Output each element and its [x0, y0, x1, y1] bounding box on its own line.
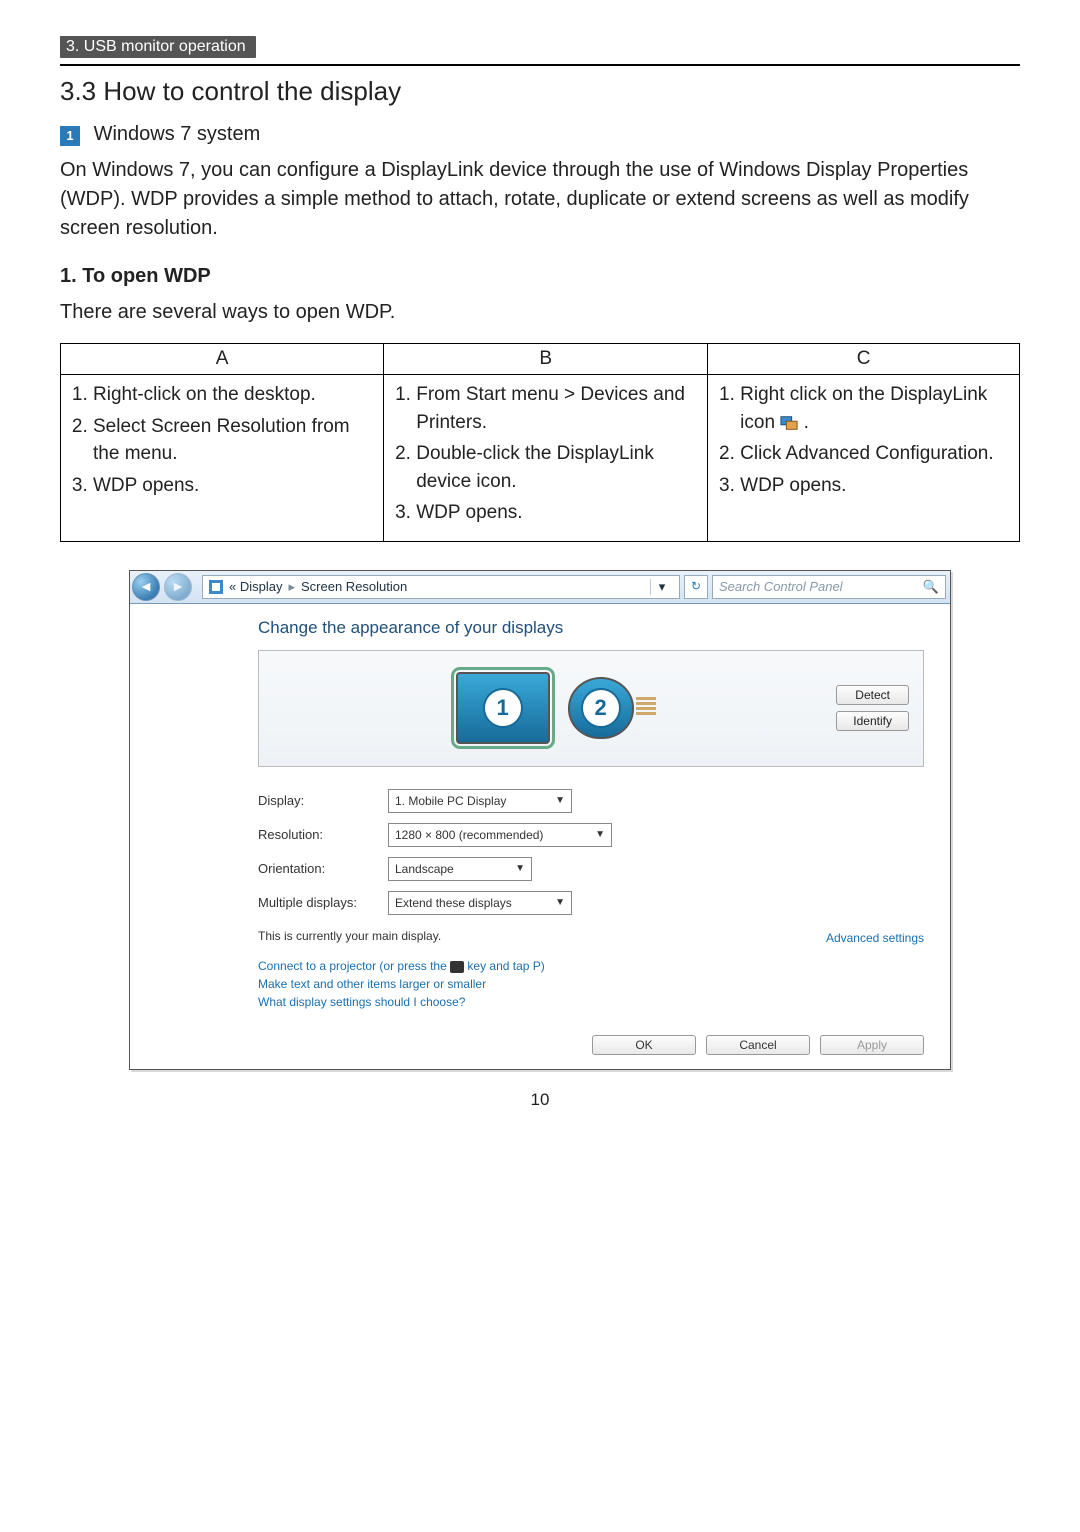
link-text: key and tap P) — [464, 959, 545, 973]
resolution-select[interactable]: 1280 × 800 (recommended) ▼ — [388, 823, 612, 847]
divider-line — [60, 64, 1020, 66]
step-intro: There are several ways to open WDP. — [60, 298, 1020, 327]
chevron-down-icon: ▼ — [555, 897, 565, 908]
chevron-down-icon: ▼ — [555, 795, 565, 806]
list-item: WDP opens. — [93, 472, 373, 500]
search-icon: 🔍 — [923, 579, 939, 595]
breadcrumb-part: Screen Resolution — [301, 579, 407, 594]
resolution-label: Resolution: — [258, 827, 388, 842]
list-item: Click Advanced Configuration. — [740, 440, 1009, 468]
methods-table: A B C Right-click on the desktop. Select… — [60, 343, 1020, 542]
section-title: 3.3 How to control the display — [60, 76, 1020, 107]
document-page: 3. USB monitor operation 3.3 How to cont… — [0, 0, 1080, 1134]
displaylink-tray-icon — [780, 415, 798, 431]
wdp-window: ◄ ► « Display ▸ Screen Resolution ▾ ↻ Se… — [129, 570, 951, 1070]
breadcrumb-dropdown-icon[interactable]: ▾ — [650, 579, 673, 595]
display-preview[interactable]: 1 2 Detect Identify — [258, 650, 924, 767]
display-label: Display: — [258, 793, 388, 808]
nav-forward-button[interactable]: ► — [164, 573, 192, 601]
display-value: 1. Mobile PC Display — [395, 794, 506, 808]
substep-label: Windows 7 system — [94, 123, 261, 145]
cancel-button[interactable]: Cancel — [706, 1035, 810, 1055]
col-c-cell: Right click on the DisplayLink icon . Cl… — [708, 375, 1020, 542]
orientation-select[interactable]: Landscape ▼ — [388, 857, 532, 881]
breadcrumb[interactable]: « Display ▸ Screen Resolution ▾ — [202, 575, 680, 599]
display-select[interactable]: 1. Mobile PC Display ▼ — [388, 789, 572, 813]
monitor-number: 1 — [483, 688, 523, 728]
apply-button[interactable]: Apply — [820, 1035, 924, 1055]
nav-back-button[interactable]: ◄ — [132, 573, 160, 601]
resolution-value: 1280 × 800 (recommended) — [395, 828, 543, 842]
list-item: Double-click the DisplayLink device icon… — [416, 440, 697, 495]
col-a-cell: Right-click on the desktop. Select Scree… — [61, 375, 384, 542]
chevron-down-icon: ▼ — [515, 863, 525, 874]
list-item: WDP opens. — [416, 499, 697, 527]
wdp-main: Change the appearance of your displays 1… — [240, 604, 950, 1069]
multiple-displays-value: Extend these displays — [395, 896, 512, 910]
monitor-decoration — [636, 697, 656, 715]
col-header-a: A — [61, 344, 384, 375]
list-item: WDP opens. — [740, 472, 1009, 500]
main-display-note: This is currently your main display. — [258, 929, 441, 943]
substep: 1 Windows 7 system — [60, 123, 1020, 146]
projector-link[interactable]: Connect to a projector (or press the key… — [258, 959, 924, 973]
page-number: 10 — [60, 1090, 1020, 1110]
list-item: Right click on the DisplayLink icon . — [740, 381, 1009, 436]
step-badge-icon: 1 — [60, 126, 80, 146]
control-panel-icon — [209, 580, 223, 594]
section-tab: 3. USB monitor operation — [60, 36, 256, 58]
col-b-cell: From Start menu > Devices and Printers. … — [384, 375, 708, 542]
col-header-c: C — [708, 344, 1020, 375]
multiple-displays-label: Multiple displays: — [258, 895, 388, 910]
wdp-sidebar — [130, 604, 240, 1069]
advanced-settings-link[interactable]: Advanced settings — [826, 931, 924, 945]
orientation-value: Landscape — [395, 862, 454, 876]
wdp-heading: Change the appearance of your displays — [258, 618, 924, 638]
text-size-link[interactable]: Make text and other items larger or smal… — [258, 977, 924, 991]
detect-button[interactable]: Detect — [836, 685, 909, 705]
step-heading: 1. To open WDP — [60, 265, 1020, 288]
search-input[interactable]: Search Control Panel 🔍 — [712, 575, 946, 599]
breadcrumb-separator-icon: ▸ — [288, 579, 295, 595]
monitor-number: 2 — [581, 688, 621, 728]
identify-button[interactable]: Identify — [836, 711, 909, 731]
ok-button[interactable]: OK — [592, 1035, 696, 1055]
intro-paragraph: On Windows 7, you can configure a Displa… — [60, 156, 1020, 243]
wdp-titlebar: ◄ ► « Display ▸ Screen Resolution ▾ ↻ Se… — [130, 571, 950, 604]
list-item: From Start menu > Devices and Printers. — [416, 381, 697, 436]
breadcrumb-part: « Display — [229, 579, 282, 594]
multiple-displays-select[interactable]: Extend these displays ▼ — [388, 891, 572, 915]
link-text: Connect to a projector (or press the — [258, 959, 450, 973]
list-item: Select Screen Resolution from the menu. — [93, 413, 373, 468]
search-placeholder: Search Control Panel — [719, 579, 843, 594]
help-link[interactable]: What display settings should I choose? — [258, 995, 924, 1009]
monitor-2[interactable]: 2 — [568, 677, 634, 739]
windows-key-icon — [450, 961, 464, 973]
col-header-b: B — [384, 344, 708, 375]
monitor-1[interactable]: 1 — [456, 672, 550, 744]
list-item: Right-click on the desktop. — [93, 381, 373, 409]
chevron-down-icon: ▼ — [595, 829, 605, 840]
orientation-label: Orientation: — [258, 861, 388, 876]
refresh-button[interactable]: ↻ — [684, 575, 708, 599]
